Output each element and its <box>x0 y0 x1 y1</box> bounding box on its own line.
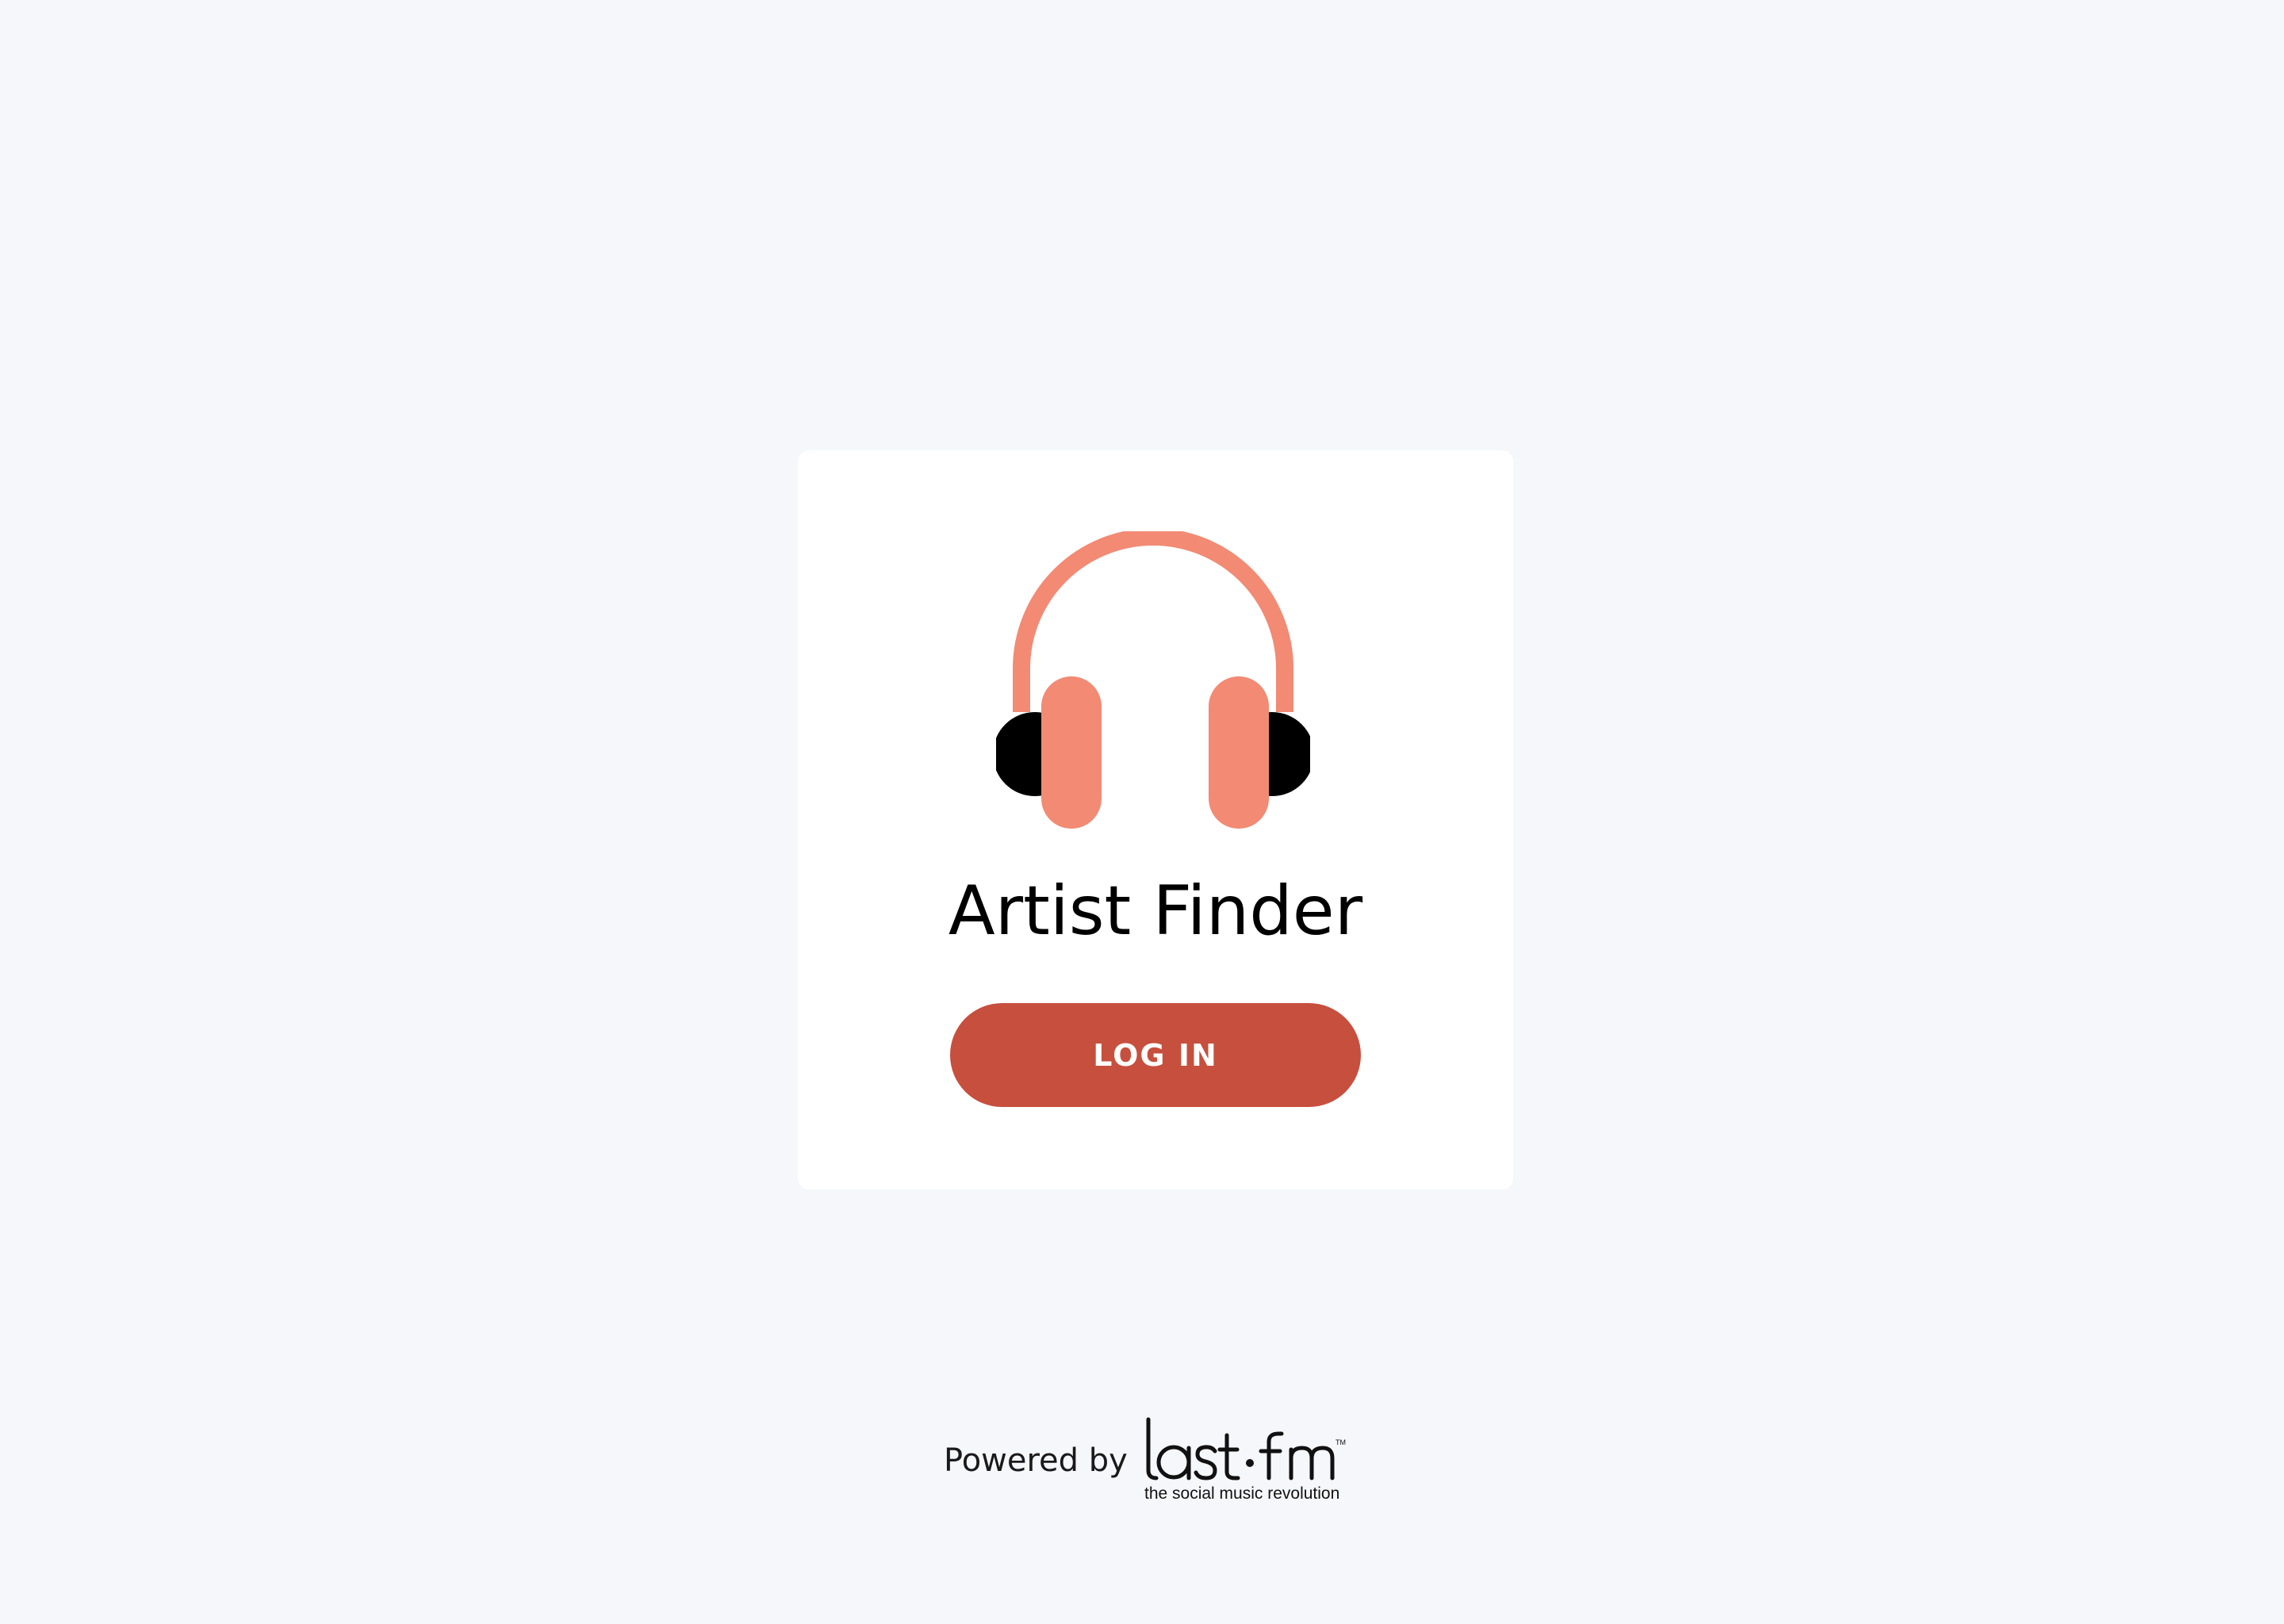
app-title: Artist Finder <box>948 871 1363 951</box>
lastfm-tagline: the social music revolution <box>1144 1484 1340 1503</box>
powered-by-label: Powered by <box>944 1442 1128 1479</box>
login-button-label: LOG IN <box>1093 1037 1218 1073</box>
svg-text:TM: TM <box>1336 1438 1346 1446</box>
login-button[interactable]: LOG IN <box>950 1003 1361 1107</box>
headphones-icon <box>996 531 1310 829</box>
